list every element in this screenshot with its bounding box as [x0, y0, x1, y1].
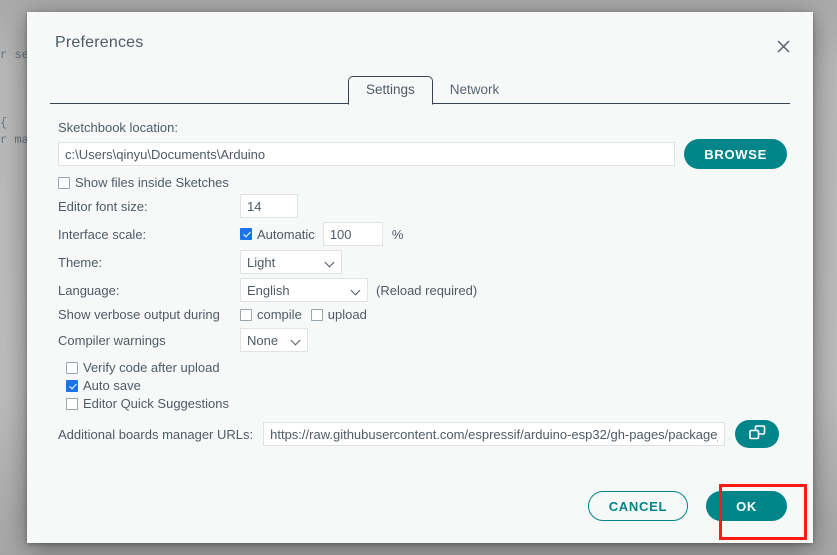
additional-urls-row: Additional boards manager URLs:: [58, 420, 787, 448]
reload-required-note: (Reload required): [376, 283, 477, 298]
browse-button[interactable]: BROWSE: [684, 139, 787, 169]
language-label: Language:: [58, 283, 240, 298]
sketchbook-location-row: BROWSE: [58, 139, 787, 169]
interface-scale-input[interactable]: [323, 222, 383, 246]
dialog-footer: CANCEL OK: [588, 491, 787, 521]
checkbox-box: [311, 309, 323, 321]
tab-network[interactable]: Network: [433, 77, 517, 104]
editor-font-size-input[interactable]: [240, 194, 298, 218]
checkbox-box: [66, 362, 78, 374]
verify-code-label: Verify code after upload: [83, 360, 220, 375]
page-title: Preferences: [55, 34, 143, 52]
editor-font-size-label: Editor font size:: [58, 199, 240, 214]
theme-label: Theme:: [58, 255, 240, 270]
verify-code-checkbox[interactable]: Verify code after upload: [66, 360, 787, 375]
show-files-label: Show files inside Sketches: [75, 175, 229, 190]
theme-row: Theme: Light: [58, 250, 787, 274]
checkbox-box: [66, 380, 78, 392]
checkbox-box: [66, 398, 78, 410]
automatic-scale-label: Automatic: [257, 227, 315, 242]
theme-select-wrap: Light: [240, 250, 342, 274]
show-files-row: Show files inside Sketches: [58, 175, 787, 190]
tab-network-label: Network: [450, 82, 500, 97]
auto-save-label: Auto save: [83, 378, 141, 393]
preferences-dialog: Preferences Settings Network Sketchbook …: [27, 12, 813, 543]
compiler-warnings-select[interactable]: None: [240, 328, 308, 352]
percent-sign: %: [392, 227, 404, 242]
language-select[interactable]: English: [240, 278, 368, 302]
options-checkbox-group: Verify code after upload Auto save Edito…: [66, 360, 787, 411]
dialog-titlebar: Preferences: [27, 12, 813, 76]
editor-font-size-row: Editor font size:: [58, 194, 787, 218]
auto-save-checkbox[interactable]: Auto save: [66, 378, 787, 393]
ok-button[interactable]: OK: [706, 491, 787, 521]
show-files-checkbox[interactable]: Show files inside Sketches: [58, 175, 229, 190]
checkbox-box: [240, 309, 252, 321]
compiler-warnings-row: Compiler warnings None: [58, 328, 787, 352]
theme-select[interactable]: Light: [240, 250, 342, 274]
language-row: Language: English (Reload required): [58, 278, 787, 302]
verbose-upload-checkbox[interactable]: upload: [311, 307, 367, 322]
additional-urls-input[interactable]: [263, 422, 725, 446]
tab-settings[interactable]: Settings: [348, 76, 433, 105]
language-select-wrap: English: [240, 278, 368, 302]
compiler-warnings-select-wrap: None: [240, 328, 308, 352]
cancel-button[interactable]: CANCEL: [588, 491, 688, 521]
settings-panel: Sketchbook location: BROWSE Show files i…: [27, 104, 813, 448]
quick-suggestions-checkbox[interactable]: Editor Quick Suggestions: [66, 396, 787, 411]
verbose-upload-label: upload: [328, 307, 367, 322]
additional-urls-label: Additional boards manager URLs:: [58, 427, 253, 442]
automatic-scale-checkbox[interactable]: Automatic: [240, 227, 315, 242]
verbose-compile-checkbox[interactable]: compile: [240, 307, 302, 322]
close-icon[interactable]: [769, 32, 797, 60]
checkbox-box: [240, 228, 252, 240]
verbose-output-label: Show verbose output during: [58, 307, 240, 322]
sketchbook-location-input[interactable]: [58, 142, 675, 166]
tab-bar: Settings Network: [50, 76, 790, 104]
verbose-compile-label: compile: [257, 307, 302, 322]
quick-suggestions-label: Editor Quick Suggestions: [83, 396, 229, 411]
windows-edit-icon: [749, 425, 766, 443]
checkbox-box: [58, 177, 70, 189]
verbose-output-row: Show verbose output during compile uploa…: [58, 307, 787, 322]
compiler-warnings-label: Compiler warnings: [58, 333, 240, 348]
tab-settings-label: Settings: [366, 82, 415, 97]
interface-scale-label: Interface scale:: [58, 227, 240, 242]
sketchbook-location-label: Sketchbook location:: [58, 120, 787, 135]
interface-scale-row: Interface scale: Automatic %: [58, 222, 787, 246]
additional-urls-edit-button[interactable]: [735, 420, 779, 448]
